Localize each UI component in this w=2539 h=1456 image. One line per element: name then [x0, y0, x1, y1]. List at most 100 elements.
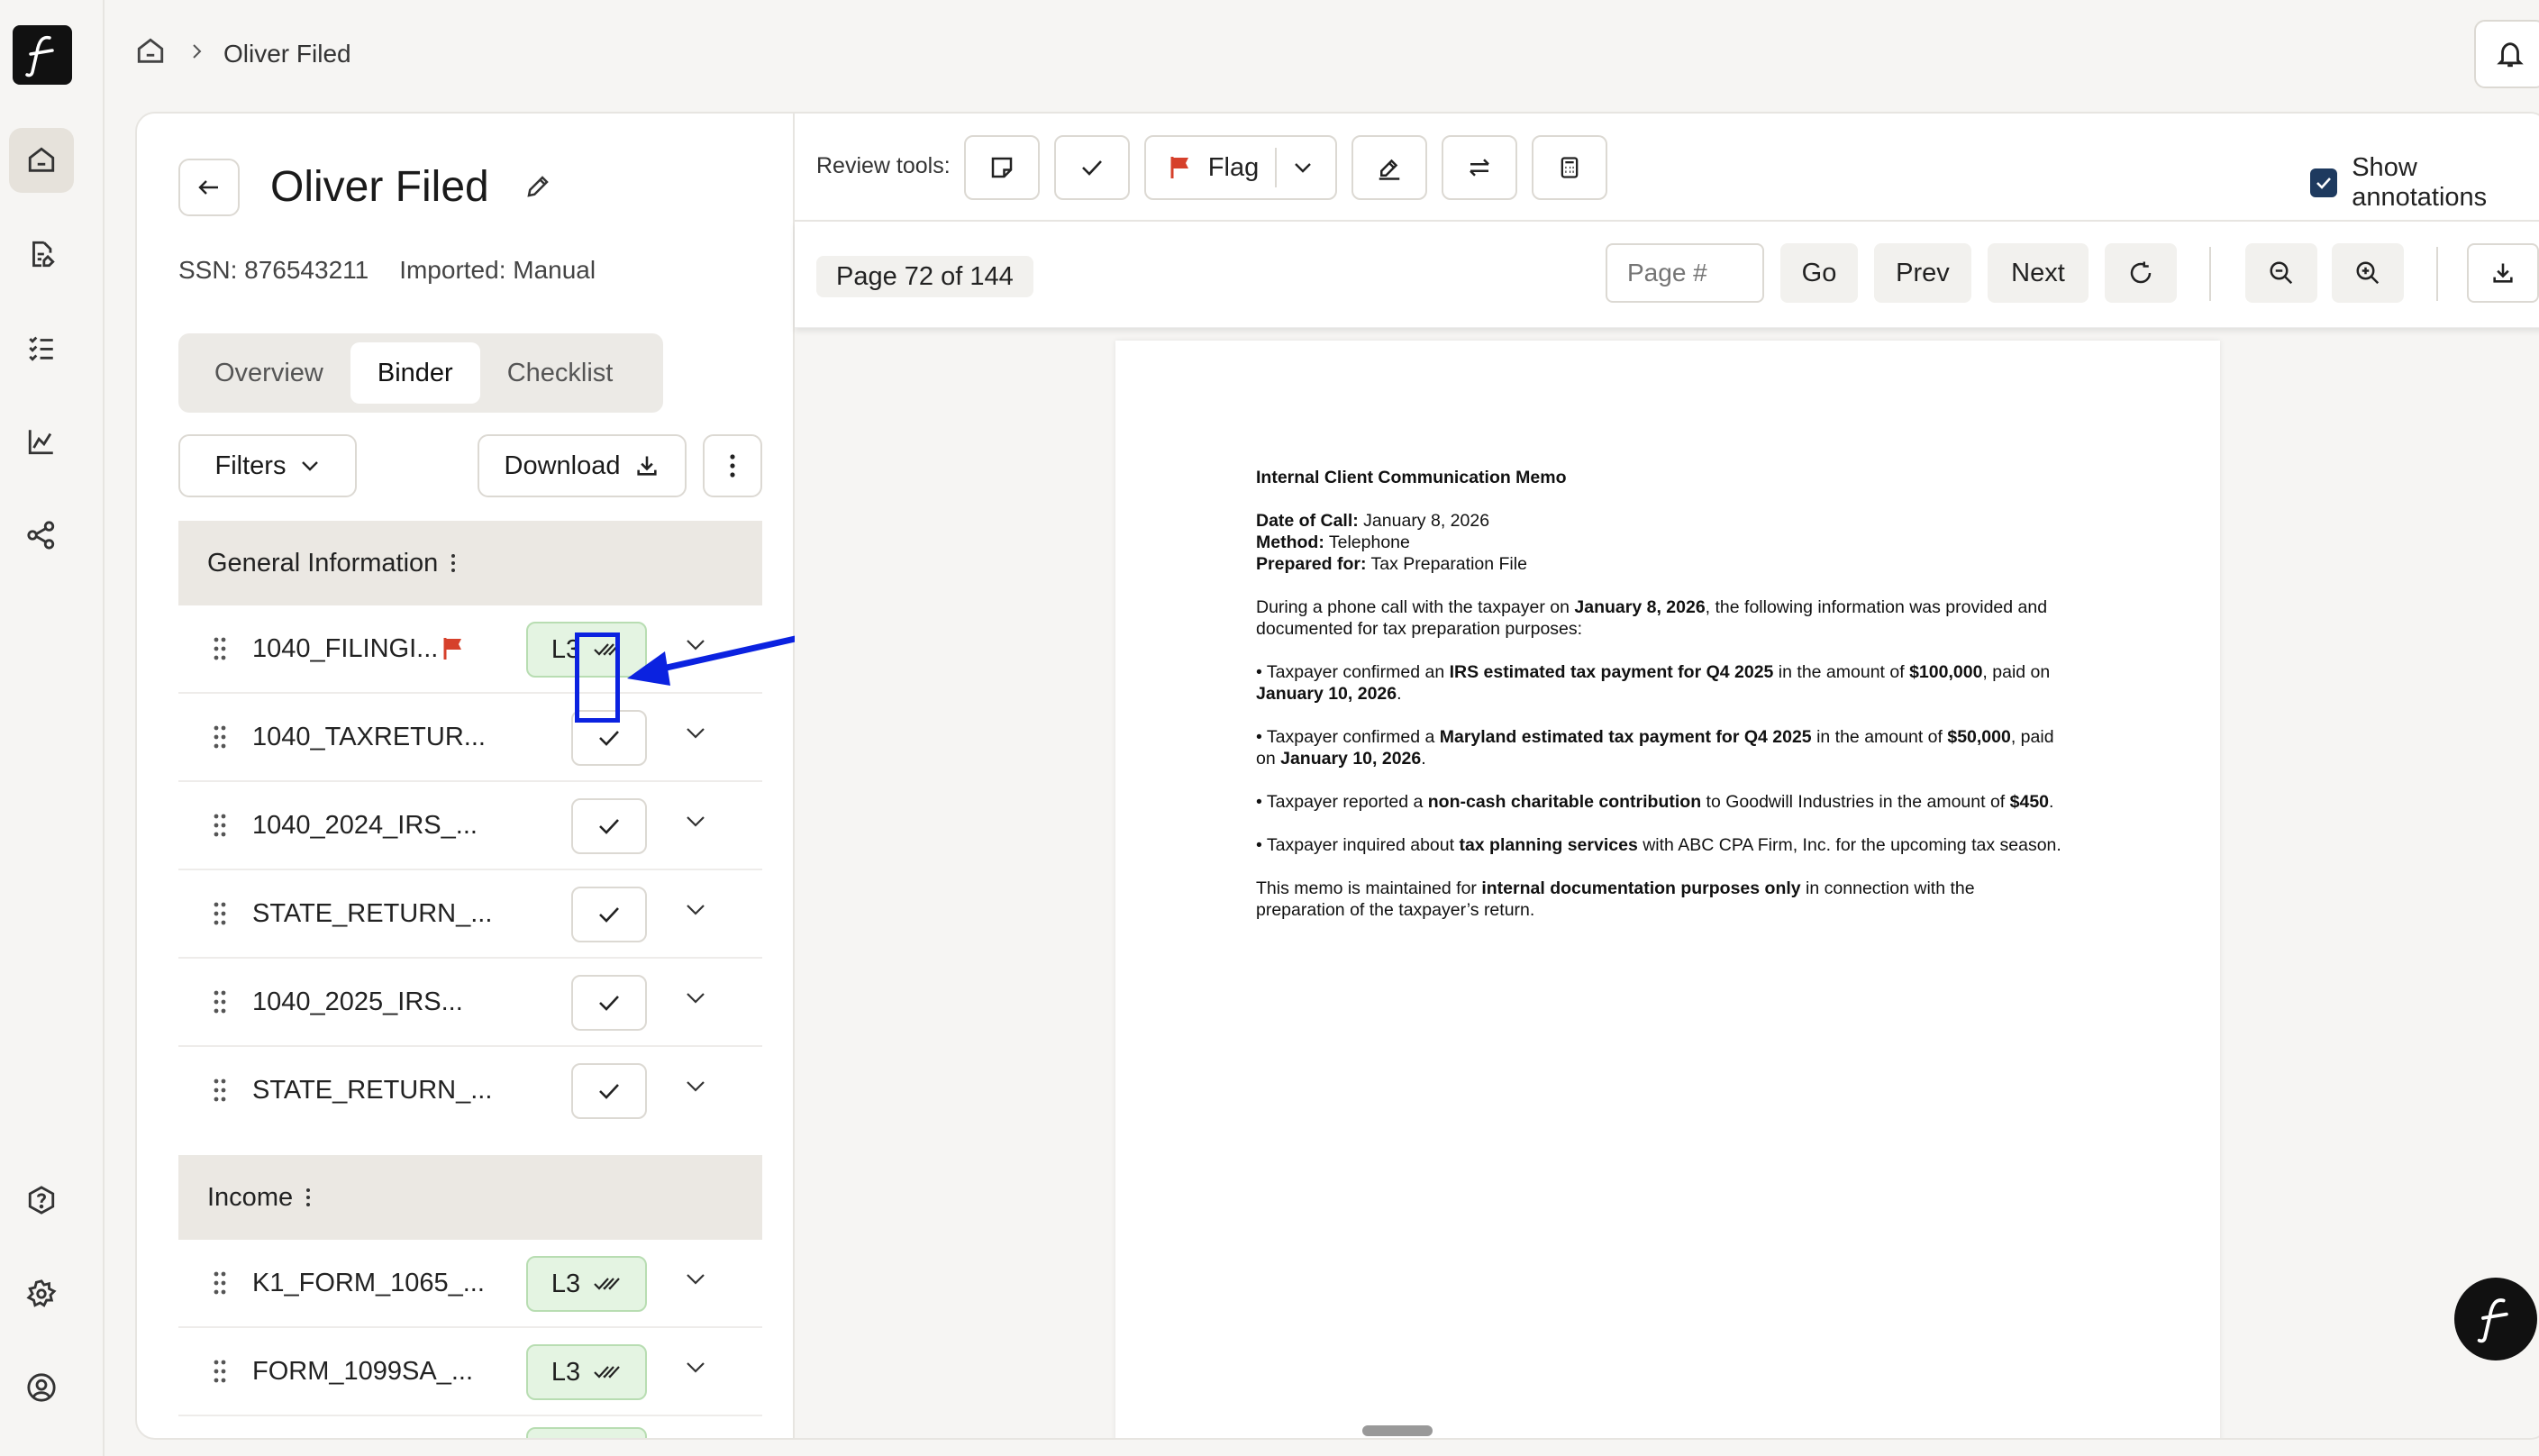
tab-binder[interactable]: Binder [350, 342, 480, 404]
section-kebab-icon[interactable] [450, 552, 456, 574]
section-header-general-information[interactable]: General Information [178, 521, 762, 605]
more-options-button[interactable] [703, 434, 762, 497]
client-meta: SSN: 876543211 Imported: Manual [178, 256, 596, 285]
document-row[interactable]: STATE_RETURN_... [178, 870, 762, 959]
document-row[interactable]: K1_FORM_1065_... L3 [178, 1240, 762, 1328]
download-document-button[interactable] [2467, 243, 2539, 303]
expand-chevron-icon[interactable] [685, 1079, 706, 1094]
section-header-income[interactable]: Income [178, 1155, 762, 1240]
expand-chevron-icon[interactable] [685, 991, 706, 1006]
back-button[interactable] [178, 159, 240, 216]
review-toolbar: Review tools: Flag Show annotations [795, 114, 2539, 222]
document-row[interactable]: FORM_1099SA_... L3 [178, 1328, 762, 1416]
document-row[interactable]: 1040_2024_IRS_... [178, 782, 762, 870]
expand-chevron-icon[interactable] [685, 726, 706, 741]
calculator-button[interactable] [1532, 135, 1607, 200]
nav-share-icon[interactable] [9, 503, 74, 568]
nav-settings-icon[interactable] [9, 1261, 74, 1326]
tab-overview[interactable]: Overview [187, 342, 350, 404]
nav-home-icon[interactable] [9, 128, 74, 193]
mark-reviewed-check-button[interactable] [571, 1063, 647, 1119]
edit-pencil-icon[interactable] [524, 173, 551, 200]
kebab-menu-icon [730, 454, 735, 478]
memo-intro: During a phone call with the taxpayer on… [1256, 597, 2048, 639]
date-label: Date of Call: [1256, 511, 1359, 531]
review-tools-label: Review tools: [816, 153, 951, 178]
document-row-partial[interactable] [178, 1416, 762, 1438]
swap-arrows-button[interactable] [1442, 135, 1517, 200]
method-value: Telephone [1324, 532, 1410, 552]
sticky-note-button[interactable] [964, 135, 1040, 200]
expand-chevron-icon[interactable] [685, 1272, 706, 1287]
document-name[interactable]: 1040_TAXRETUR... [252, 723, 486, 752]
expand-chevron-icon[interactable] [685, 1360, 706, 1375]
prev-button[interactable]: Prev [1874, 243, 1971, 303]
memo-bullet-4: • Taxpayer inquired about tax planning s… [1256, 835, 2061, 855]
nav-chart-icon[interactable] [9, 409, 74, 474]
flag-button[interactable]: Flag [1144, 135, 1337, 200]
drag-handle-icon[interactable] [213, 1359, 227, 1384]
drag-handle-icon[interactable] [213, 724, 227, 750]
tab-checklist[interactable]: Checklist [480, 342, 641, 404]
refresh-button[interactable] [2105, 243, 2177, 303]
document-name[interactable]: STATE_RETURN_... [252, 1076, 492, 1106]
document-name[interactable]: STATE_RETURN_... [252, 899, 492, 929]
mark-reviewed-check-button[interactable] [571, 798, 647, 854]
checkbox-checked-icon[interactable] [2310, 168, 2338, 197]
expand-chevron-icon[interactable] [685, 903, 706, 917]
review-level-badge[interactable] [526, 1427, 647, 1438]
document-name[interactable]: 1040_FILINGI... [252, 634, 438, 664]
double-check-icon [593, 1363, 622, 1381]
page-number-input[interactable] [1606, 243, 1764, 303]
breadcrumb-current[interactable]: Oliver Filed [223, 40, 351, 68]
nav-account-icon[interactable] [9, 1355, 74, 1420]
document-name[interactable]: K1_FORM_1065_... [252, 1269, 485, 1298]
notifications-bell-icon[interactable] [2474, 20, 2539, 88]
document-row[interactable]: 1040_TAXRETUR... [178, 694, 762, 782]
side-rail [0, 0, 105, 1456]
nav-document-edit-icon[interactable] [9, 222, 74, 287]
drag-handle-icon[interactable] [213, 636, 227, 661]
document-name[interactable]: FORM_1099SA_... [252, 1357, 473, 1387]
prepared-value: Tax Preparation File [1366, 554, 1527, 574]
filters-button[interactable]: Filters [178, 434, 357, 497]
app-logo-icon[interactable] [13, 25, 72, 85]
zoom-in-button[interactable] [2332, 243, 2404, 303]
mark-reviewed-check-button[interactable] [571, 975, 647, 1031]
signature-pen-button[interactable] [1351, 135, 1427, 200]
mark-reviewed-check-button[interactable] [571, 710, 647, 766]
go-button[interactable]: Go [1780, 243, 1858, 303]
assistant-logo-icon[interactable] [2454, 1278, 2537, 1360]
drag-handle-icon[interactable] [213, 1270, 227, 1296]
drag-handle-icon[interactable] [213, 901, 227, 926]
review-level-badge[interactable]: L3 [526, 1256, 647, 1312]
zoom-out-button[interactable] [2245, 243, 2317, 303]
show-annotations-toggle[interactable]: Show annotations [2310, 153, 2539, 213]
review-level-label: L3 [551, 634, 581, 664]
mark-reviewed-check-button[interactable] [571, 887, 647, 942]
expand-chevron-icon[interactable] [685, 814, 706, 829]
document-row[interactable]: STATE_RETURN_... [178, 1047, 762, 1135]
scroll-handle[interactable] [1362, 1425, 1433, 1436]
document-name[interactable]: 1040_2024_IRS_... [252, 811, 478, 841]
nav-checklist-icon[interactable] [9, 315, 74, 380]
refresh-icon [2130, 261, 2152, 284]
download-button[interactable]: Download [478, 434, 687, 497]
date-value: January 8, 2026 [1358, 511, 1490, 531]
document-name[interactable]: 1040_2025_IRS... [252, 987, 463, 1017]
drag-handle-icon[interactable] [213, 989, 227, 1015]
review-level-badge[interactable]: L3 [526, 1344, 647, 1400]
breadcrumb-home-icon[interactable] [135, 36, 166, 67]
method-label: Method: [1256, 532, 1324, 552]
show-annotations-label: Show annotations [2352, 153, 2488, 212]
approve-check-button[interactable] [1054, 135, 1130, 200]
next-button[interactable]: Next [1988, 243, 2089, 303]
document-row[interactable]: 1040_2025_IRS... [178, 959, 762, 1047]
nav-help-icon[interactable] [9, 1168, 74, 1233]
client-ssn: SSN: 876543211 [178, 256, 369, 284]
flag-dropdown-chevron-icon[interactable] [1293, 161, 1313, 174]
drag-handle-icon[interactable] [213, 813, 227, 838]
drag-handle-icon[interactable] [213, 1078, 227, 1103]
client-name: Oliver Filed [270, 163, 489, 211]
section-kebab-icon[interactable] [305, 1187, 311, 1208]
